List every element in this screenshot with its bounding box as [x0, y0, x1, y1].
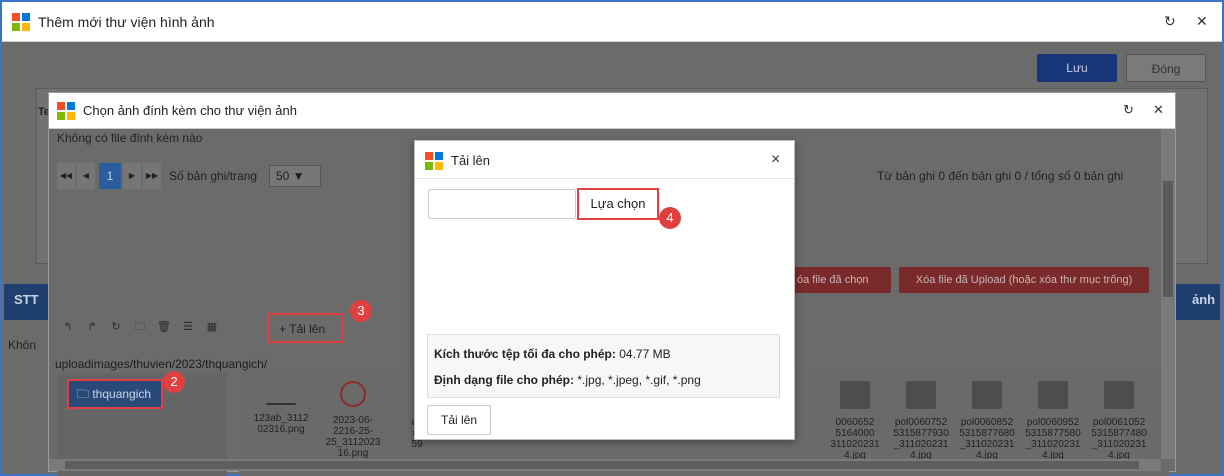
outer-refresh-icon[interactable]: ↻ — [1164, 13, 1176, 30]
formats-label: Định dạng file cho phép: — [434, 373, 574, 387]
delete-icon[interactable]: 🗑 — [153, 313, 175, 341]
file-name: 2023-06- 2216-25- 25_3112023 16.png — [325, 415, 381, 459]
close-button[interactable]: Đóng — [1126, 54, 1206, 82]
file-name: 123ab_3112 02316.png — [253, 413, 309, 435]
records-summary: Từ bản ghi 0 đến bản ghi 0 / tổng số 0 b… — [877, 169, 1124, 183]
file-thumbnail — [1104, 381, 1134, 409]
background-empty-text: Khôn — [8, 338, 37, 352]
step-badge-3: 3 — [350, 300, 372, 322]
choose-file-button[interactable]: Lựa chọn — [577, 188, 659, 220]
outer-title-bar: Thêm mới thư viện hình ảnh ↻ ✕ — [2, 2, 1222, 42]
formats-line: Định dạng file cho phép: *.jpg, *.jpeg, … — [434, 373, 701, 387]
file-thumbnail — [972, 381, 1002, 409]
step-badge-4: 4 — [659, 207, 681, 229]
file-name: pol0061052 5315877480 _311020231 4.jpg — [1091, 417, 1147, 461]
image-header: ảnh — [1192, 292, 1216, 307]
picker-close-icon[interactable]: ✕ — [1153, 102, 1164, 118]
file-thumbnail — [266, 381, 296, 405]
max-size-label: Kích thước tệp tối đa cho phép: — [434, 347, 616, 361]
delete-selected-button[interactable]: óa file đã chọn — [789, 267, 891, 293]
file-name: 0060652 5164000 311020231 4.jpg — [830, 417, 880, 461]
forward-icon[interactable]: ↱ — [81, 313, 103, 341]
file-item[interactable]: 2023-06- 2216-25- 25_3112023 16.png — [323, 381, 383, 459]
no-attachment-text: Không có file đính kèm nào — [57, 131, 203, 145]
grid-view-icon[interactable]: ▦ — [201, 313, 223, 341]
outer-window-title: Thêm mới thư viện hình ảnh — [38, 14, 215, 30]
file-item[interactable]: pol0061052 5315877480 _311020231 4.jpg — [1089, 381, 1149, 461]
vertical-scrollbar[interactable] — [1161, 129, 1175, 459]
upload-modal-close-icon[interactable]: × — [771, 151, 780, 169]
file-thumbnail — [1038, 381, 1068, 409]
first-page-button[interactable]: ◀◀ — [57, 163, 75, 189]
upload-submit-button[interactable]: Tải lên — [427, 405, 491, 435]
prev-page-button[interactable]: ◀ — [77, 163, 95, 189]
file-item[interactable]: 123ab_3112 02316.png — [251, 381, 311, 435]
stt-header: STT — [14, 292, 39, 307]
delete-uploaded-button[interactable]: Xóa file đã Upload (hoặc xóa thư mục trố… — [899, 267, 1149, 293]
file-item[interactable]: 0060652 5164000 311020231 4.jpg — [825, 381, 885, 461]
file-thumbnail — [906, 381, 936, 409]
toolbar-upload-button[interactable]: + Tải lên — [267, 313, 343, 343]
upload-logo-icon — [425, 152, 443, 170]
reload-icon[interactable]: ↻ — [105, 313, 127, 341]
file-name: pol0060952 5315877580 _311020231 4.jpg — [1025, 417, 1081, 461]
file-item[interactable]: pol0060752 5315877930 _311020231 4.jpg — [891, 381, 951, 461]
file-name: pol0060852 5315877680 _311020231 4.jpg — [959, 417, 1015, 461]
picker-title: Chọn ảnh đính kèm cho thư viện ảnh — [83, 103, 297, 118]
upload-info-box: Kích thước tệp tối đa cho phép: 04.77 MB… — [427, 334, 780, 398]
picker-refresh-icon[interactable]: ↻ — [1123, 102, 1134, 118]
new-folder-icon[interactable]: 🗀 — [129, 313, 151, 341]
list-view-icon[interactable]: ☰ — [177, 313, 199, 341]
tree-folder-thquangich[interactable]: 🗀 thquangich — [67, 379, 163, 409]
file-name: pol0060752 5315877930 _311020231 4.jpg — [893, 417, 949, 461]
upload-modal-header: Tải lên × — [415, 141, 794, 179]
file-thumbnail — [340, 381, 366, 407]
upload-modal-title: Tải lên — [451, 153, 491, 168]
file-name-field[interactable] — [428, 189, 576, 219]
back-icon[interactable]: ↰ — [57, 313, 79, 341]
current-page-button[interactable]: 1 — [99, 163, 121, 189]
current-path: uploadimages/thuvien/2023/thquangich/ — [55, 357, 268, 371]
last-page-button[interactable]: ▶▶ — [143, 163, 161, 189]
formats-value: *.jpg, *.jpeg, *.gif, *.png — [577, 373, 701, 387]
per-page-label: Số bản ghi/trang — [169, 169, 258, 183]
per-page-select[interactable]: 50 ▼ — [269, 165, 321, 187]
next-page-button[interactable]: ▶ — [123, 163, 141, 189]
max-size-value: 04.77 MB — [619, 347, 671, 361]
file-item[interactable]: pol0060852 5315877680 _311020231 4.jpg — [957, 381, 1017, 461]
picker-title-bar: Chọn ảnh đính kèm cho thư viện ảnh ↻ ✕ — [49, 93, 1175, 129]
file-item[interactable]: pol0060952 5315877580 _311020231 4.jpg — [1023, 381, 1083, 461]
file-thumbnail — [840, 381, 870, 409]
upload-modal: Tải lên × Lựa chọn Kích thước tệp tối đa… — [414, 140, 795, 440]
picker-logo-icon — [57, 102, 75, 120]
max-size-line: Kích thước tệp tối đa cho phép: 04.77 MB — [434, 347, 671, 361]
outer-close-icon[interactable]: ✕ — [1196, 13, 1208, 30]
horizontal-scrollbar[interactable] — [49, 459, 1161, 471]
save-button[interactable]: Lưu — [1037, 54, 1117, 82]
app-logo-icon — [12, 13, 30, 31]
step-badge-2: 2 — [163, 371, 185, 393]
